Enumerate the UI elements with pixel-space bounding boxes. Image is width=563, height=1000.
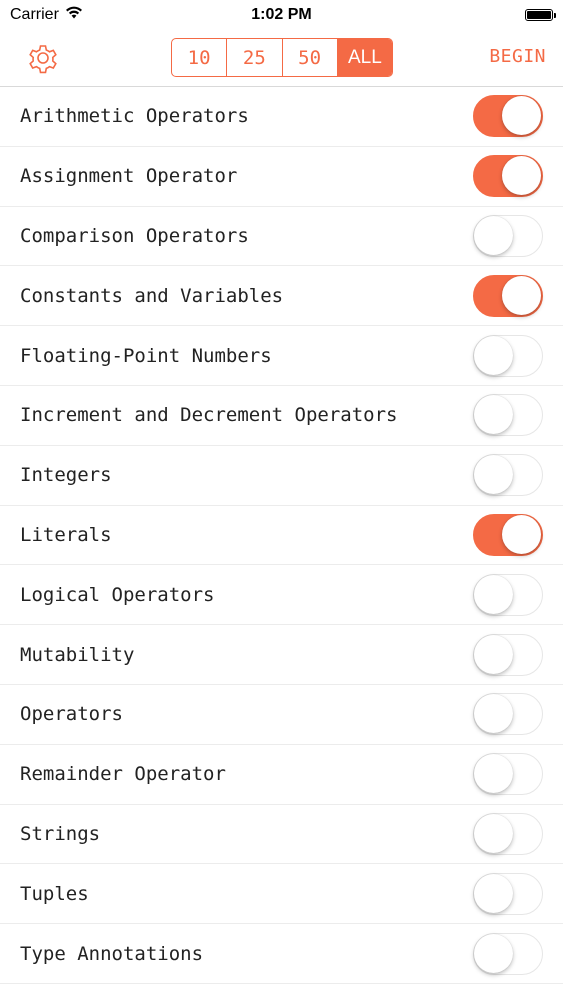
topic-label: Assignment Operator [20, 165, 238, 188]
topic-label: Literals [20, 523, 112, 546]
topic-label: Arithmetic Operators [20, 105, 249, 128]
toggle-knob [502, 514, 541, 554]
toggle-knob [502, 96, 541, 136]
topic-label: Constants and Variables [20, 284, 284, 307]
toggle-knob [474, 933, 513, 973]
list-item: Arithmetic Operators [0, 87, 563, 147]
segment-25[interactable]: 25 [227, 39, 283, 76]
topic-toggle[interactable] [473, 812, 543, 855]
list-item: Literals [0, 506, 563, 566]
topic-toggle[interactable] [473, 155, 543, 198]
topic-toggle[interactable] [473, 454, 543, 497]
topic-toggle[interactable] [473, 872, 543, 915]
list-item: Type Annotations [0, 924, 563, 984]
battery-icon [525, 9, 556, 21]
count-segmented-control: 10 25 50 ALL [171, 38, 393, 77]
toggle-knob [474, 634, 513, 674]
segment-50[interactable]: 50 [283, 39, 338, 76]
topic-toggle[interactable] [473, 573, 543, 616]
segment-10[interactable]: 10 [172, 39, 228, 76]
topic-label: Remainder Operator [20, 763, 226, 786]
toggle-knob [474, 215, 513, 255]
topic-label: Logical Operators [20, 583, 215, 606]
toggle-knob [474, 873, 513, 913]
topic-toggle[interactable] [473, 214, 543, 257]
list-item: Floating-Point Numbers [0, 326, 563, 386]
topic-toggle[interactable] [473, 932, 543, 975]
list-item: Remainder Operator [0, 745, 563, 805]
topic-label: Operators [20, 703, 123, 726]
list-item: Constants and Variables [0, 266, 563, 327]
segment-all[interactable]: ALL [337, 39, 392, 76]
topic-toggle[interactable] [473, 274, 543, 317]
list-item: Operators [0, 685, 563, 745]
nav-bar: 10 25 50 ALL BEGIN [0, 30, 563, 87]
topic-label: Type Annotations [20, 942, 204, 965]
topic-label: Floating-Point Numbers [20, 344, 272, 367]
topic-label: Comparison Operators [20, 224, 249, 247]
list-item: Tuples [0, 864, 563, 925]
toggle-knob [474, 754, 513, 794]
begin-button[interactable]: BEGIN [489, 46, 546, 67]
topic-toggle[interactable] [473, 753, 543, 796]
toggle-knob [474, 335, 513, 375]
topic-toggle[interactable] [473, 633, 543, 676]
toggle-knob [474, 574, 513, 614]
toggle-knob [474, 395, 513, 435]
topic-toggle[interactable] [473, 334, 543, 377]
topic-list: Arithmetic Operators Assignment Operator… [0, 87, 563, 984]
toggle-knob [474, 694, 513, 734]
topic-label: Strings [20, 822, 101, 845]
toggle-knob [474, 813, 513, 853]
toggle-knob [502, 156, 541, 196]
list-item: Integers [0, 446, 563, 506]
list-item: Increment and Decrement Operators [0, 386, 563, 446]
topic-toggle[interactable] [473, 394, 543, 437]
topic-toggle[interactable] [473, 95, 543, 138]
topic-label: Tuples [20, 882, 89, 905]
status-bar: Carrier 1:02 PM [0, 0, 563, 30]
topic-toggle[interactable] [473, 513, 543, 556]
carrier-label: Carrier [10, 6, 59, 23]
status-left: Carrier [10, 6, 83, 24]
topic-toggle[interactable] [473, 693, 543, 736]
topic-label: Mutability [20, 643, 135, 666]
toggle-knob [502, 275, 541, 315]
topic-label: Integers [20, 464, 112, 487]
wifi-icon [65, 6, 83, 24]
list-item: Assignment Operator [0, 147, 563, 207]
status-time: 1:02 PM [251, 6, 312, 23]
list-item: Logical Operators [0, 565, 563, 626]
toggle-knob [474, 455, 513, 495]
list-item: Comparison Operators [0, 207, 563, 267]
list-item: Strings [0, 805, 563, 865]
gear-icon[interactable] [24, 39, 62, 77]
topic-label: Increment and Decrement Operators [20, 404, 398, 427]
list-item: Mutability [0, 625, 563, 685]
